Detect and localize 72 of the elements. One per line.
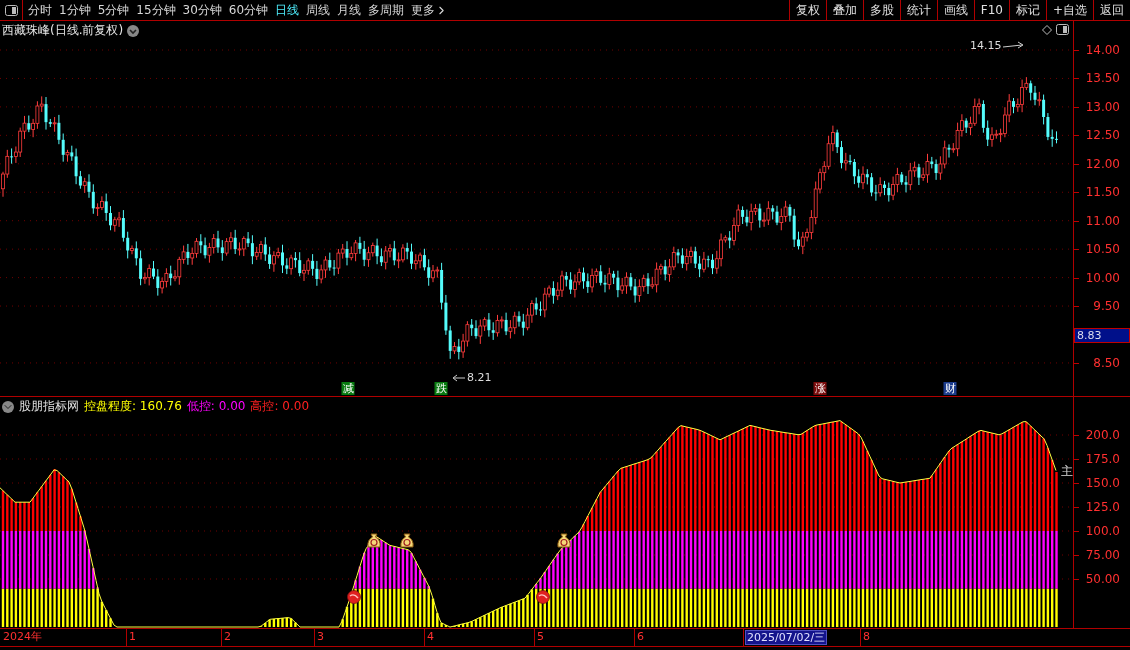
chart-title: 西藏珠峰(日线.前复权): [2, 22, 124, 39]
signal-label: 涨: [813, 382, 827, 395]
toolbar-button[interactable]: 画线: [936, 0, 974, 20]
legend-item: 低控: 0.00: [186, 398, 246, 415]
time-axis-label: 4: [426, 630, 435, 643]
period-tab[interactable]: 5分钟: [97, 1, 130, 19]
period-tab[interactable]: 日线: [275, 1, 300, 19]
current-price-label: 8.83: [1074, 328, 1130, 343]
money-bag-icon: [557, 533, 571, 548]
toolbar-button[interactable]: 复权: [788, 0, 826, 20]
axis-label: 200.0: [1085, 428, 1120, 442]
toolbar-button[interactable]: 统计: [899, 0, 937, 20]
axis-label: 50.00: [1085, 572, 1120, 586]
time-axis-label: 5: [536, 630, 545, 643]
toolbar-button[interactable]: 叠加: [825, 0, 863, 20]
toolbar-button[interactable]: 返回: [1093, 0, 1130, 20]
time-axis-label: 2024年: [2, 630, 43, 643]
axis-label: 150.0: [1085, 476, 1120, 490]
side-label: 主: [1061, 463, 1073, 480]
price-marker: 8.21: [467, 371, 492, 384]
period-tab[interactable]: 多周期: [368, 1, 405, 19]
legend-item: 高控: 0.00: [250, 398, 309, 415]
ball-icon: [536, 590, 550, 604]
axis-label: 11.00: [1085, 213, 1120, 228]
time-axis-label: 8: [862, 630, 871, 643]
signal-label: 减: [341, 382, 355, 395]
legend-item: 控盘程度: 160.76: [84, 398, 182, 415]
axis-label: 10.50: [1085, 242, 1120, 257]
signal-label: 财: [943, 382, 957, 395]
toolbar-button[interactable]: 多股: [862, 0, 900, 20]
chevron-down-icon[interactable]: [2, 400, 14, 413]
diamond-icon[interactable]: [1042, 25, 1052, 35]
period-tab[interactable]: 15分钟: [136, 1, 176, 19]
money-bag-icon: [367, 533, 381, 548]
axis-label: 13.00: [1085, 99, 1120, 114]
axis-label: 14.00: [1085, 43, 1120, 57]
axis-label: 12.50: [1085, 128, 1120, 143]
panel-icon[interactable]: [1056, 24, 1069, 35]
ball-icon: [347, 590, 361, 604]
axis-label: 9.50: [1093, 299, 1120, 314]
arrow-icon: [452, 373, 466, 383]
toolbar-button[interactable]: F10: [973, 0, 1009, 20]
period-tab[interactable]: 1分钟: [59, 1, 91, 19]
axis-label: 8.50: [1093, 355, 1120, 370]
toolbar-button[interactable]: 标记: [1008, 0, 1046, 20]
money-bag-icon: [400, 533, 414, 548]
period-tab[interactable]: 60分钟: [228, 1, 269, 19]
toolbar-button[interactable]: +自选: [1045, 0, 1093, 20]
price-marker: 14.15: [970, 39, 1002, 52]
indicator-name: 股朋指标网: [19, 398, 79, 415]
panel-icon[interactable]: [4, 4, 18, 16]
axis-label: 11.50: [1085, 185, 1120, 200]
period-tab[interactable]: 30分钟: [182, 1, 222, 19]
axis-label: 175.0: [1085, 452, 1120, 466]
signal-label: 跌: [434, 382, 448, 395]
time-axis-label: 3: [316, 630, 325, 643]
chevron-down-icon[interactable]: [127, 24, 140, 37]
axis-label: 12.00: [1085, 156, 1120, 171]
axis-label: 13.50: [1085, 71, 1120, 86]
axis-label: 75.00: [1085, 548, 1120, 562]
axis-label: 10.00: [1085, 270, 1120, 285]
period-tab[interactable]: 更多: [411, 1, 449, 19]
arrow-icon: [1002, 40, 1026, 50]
period-tab[interactable]: 月线: [337, 1, 362, 19]
axis-label: 100.0: [1085, 524, 1120, 538]
period-tab[interactable]: 分时: [28, 1, 52, 19]
time-axis-label: 1: [128, 630, 137, 643]
time-axis-label: 2: [223, 630, 232, 643]
axis-label: 125.0: [1085, 500, 1120, 514]
period-tab[interactable]: 周线: [306, 1, 331, 19]
time-axis-label: 2025/07/02/三: [745, 630, 828, 645]
time-axis-label: 6: [636, 630, 645, 643]
